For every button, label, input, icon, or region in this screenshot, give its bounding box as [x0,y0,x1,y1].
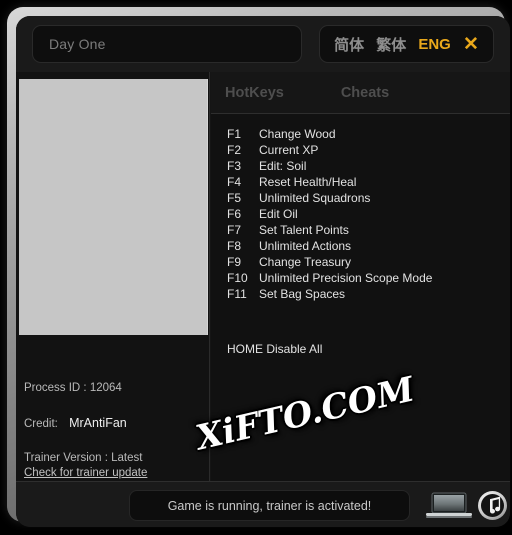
hotkey-row[interactable]: F4 Reset Health/Heal [211,175,510,191]
process-id-row: Process ID : 12064 [24,382,204,394]
hotkey-label: Change Wood [259,127,336,141]
hotkey-row[interactable]: F11 Set Bag Spaces [211,287,510,303]
status-message: Game is running, trainer is activated! [167,498,372,513]
hotkey-key: F8 [227,239,242,253]
hotkey-label: Change Treasury [259,255,352,269]
disable-all-hotkey[interactable]: HOME Disable All [227,342,322,356]
hotkey-row[interactable]: F10 Unlimited Precision Scope Mode [211,271,510,287]
hotkey-row[interactable]: F9 Change Treasury [211,255,510,271]
title-bar: Day One 简体 繁体 ENG ✕ [16,16,510,72]
hotkey-key: F9 [227,255,242,269]
lang-english[interactable]: ENG [418,36,451,53]
hotkey-key: F1 [227,127,242,141]
hotkey-key: F7 [227,223,242,237]
left-panel: Process ID : 12064 Credit: MrAntiFan Tra… [16,72,210,481]
hotkey-key: F2 [227,143,242,157]
hotkey-key: F10 [227,271,248,285]
main-content: Process ID : 12064 Credit: MrAntiFan Tra… [16,72,510,481]
hotkey-list: F1 Change Wood F2 Current XP F3 Edit: Soil F4 R… [211,127,510,303]
check-for-update-link[interactable]: Check for trainer update [24,467,204,479]
hotkey-key: F4 [227,175,242,189]
language-selector: 简体 繁体 ENG ✕ [319,25,494,63]
hotkey-row[interactable]: F3 Edit: Soil [211,159,510,175]
tab-bar: HotKeys Cheats [211,72,510,114]
close-icon[interactable]: ✕ [463,35,479,54]
window-body: Day One 简体 繁体 ENG ✕ Process ID : 12064 C… [16,16,510,527]
hotkey-key: F6 [227,207,242,221]
credit-value: MrAntiFan [69,416,127,430]
hotkey-row[interactable]: F2 Current XP [211,143,510,159]
hotkey-row[interactable]: F7 Set Talent Points [211,223,510,239]
hotkey-label: Unlimited Precision Scope Mode [259,271,433,285]
hotkey-label: Current XP [259,143,319,157]
trainer-info: Process ID : 12064 Credit: MrAntiFan Tra… [24,382,204,479]
game-cover-image [19,79,208,335]
laptop-icon[interactable] [426,492,472,519]
game-title-text: Day One [49,36,106,52]
status-message-pill: Game is running, trainer is activated! [129,490,410,521]
credit-label: Credit: [24,418,58,430]
hotkey-key: F3 [227,159,242,173]
trainer-window: Day One 简体 繁体 ENG ✕ Process ID : 12064 C… [0,0,512,535]
tab-cheats[interactable]: Cheats [341,85,389,101]
hotkey-label: Set Bag Spaces [259,287,346,301]
hotkey-label: Unlimited Actions [259,239,352,253]
status-bar: Game is running, trainer is activated! [16,481,510,527]
process-id-value: 12064 [89,382,122,394]
hotkey-label: Edit: Soil [259,159,307,173]
music-note-icon[interactable] [477,490,508,521]
hotkey-label: Set Talent Points [259,223,349,237]
window-frame: Day One 简体 繁体 ENG ✕ Process ID : 12064 C… [7,7,510,527]
hotkey-label: Edit Oil [259,207,298,221]
credit-row: Credit: MrAntiFan [24,416,204,430]
hotkey-row[interactable]: F1 Change Wood [211,127,510,143]
hotkey-key: F5 [227,191,242,205]
hotkey-label: Reset Health/Heal [259,175,357,189]
trainer-version: Trainer Version : Latest [24,452,143,464]
game-title-field[interactable]: Day One [32,25,302,63]
hotkey-row[interactable]: F6 Edit Oil [211,207,510,223]
tab-hotkeys[interactable]: HotKeys [225,85,284,101]
process-id-label: Process ID : [24,382,87,394]
hotkey-key: F11 [227,287,247,301]
lang-traditional-chinese[interactable]: 繁体 [376,34,406,55]
hotkey-row[interactable]: F8 Unlimited Actions [211,239,510,255]
hotkey-label: Unlimited Squadrons [259,191,371,205]
lang-simplified-chinese[interactable]: 简体 [334,34,364,55]
right-panel: HotKeys Cheats F1 Change Wood F2 Current XP… [211,72,510,481]
hotkey-row[interactable]: F5 Unlimited Squadrons [211,191,510,207]
